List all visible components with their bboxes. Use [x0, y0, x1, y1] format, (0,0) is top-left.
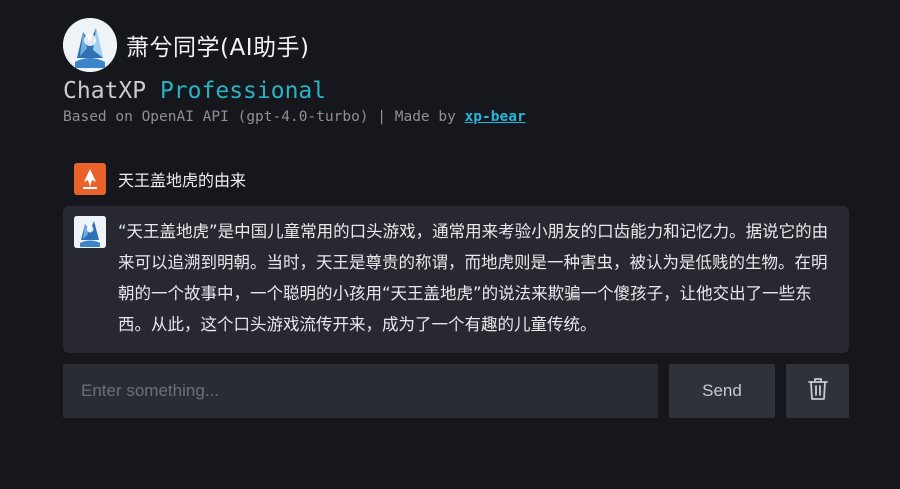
app-title: 萧兮同学(AI助手) — [126, 35, 310, 61]
chat-app: 萧兮同学(AI助手) ChatXP Professional Based on … — [0, 0, 900, 489]
user-message: 天王盖地虎的由来 — [74, 163, 246, 195]
assistant-reply: “天王盖地虎”是中国儿童常用的口头游戏，通常用来考验小朋友的口齿能力和记忆力。据… — [63, 206, 849, 353]
subtitle: Based on OpenAI API (gpt-4.0-turbo) | Ma… — [63, 109, 526, 125]
assistant-avatar — [74, 216, 106, 248]
header: 萧兮同学(AI助手) — [63, 18, 309, 72]
clear-chat-button[interactable] — [786, 364, 849, 418]
subtitle-text: Based on OpenAI API (gpt-4.0-turbo) | Ma… — [63, 109, 465, 125]
send-button[interactable]: Send — [669, 364, 775, 418]
brand-heading: ChatXP Professional — [63, 78, 326, 104]
author-link[interactable]: xp-bear — [465, 109, 526, 125]
brand-edition: Professional — [159, 78, 327, 104]
user-avatar-icon — [74, 163, 106, 195]
message-input[interactable] — [63, 364, 658, 418]
trash-icon — [807, 377, 829, 405]
bot-avatar — [63, 18, 117, 72]
user-message-text: 天王盖地虎的由来 — [118, 171, 247, 190]
brand-name: ChatXP — [63, 78, 147, 104]
assistant-reply-text: “天王盖地虎”是中国儿童常用的口头游戏，通常用来考验小朋友的口齿能力和记忆力。据… — [118, 222, 829, 334]
